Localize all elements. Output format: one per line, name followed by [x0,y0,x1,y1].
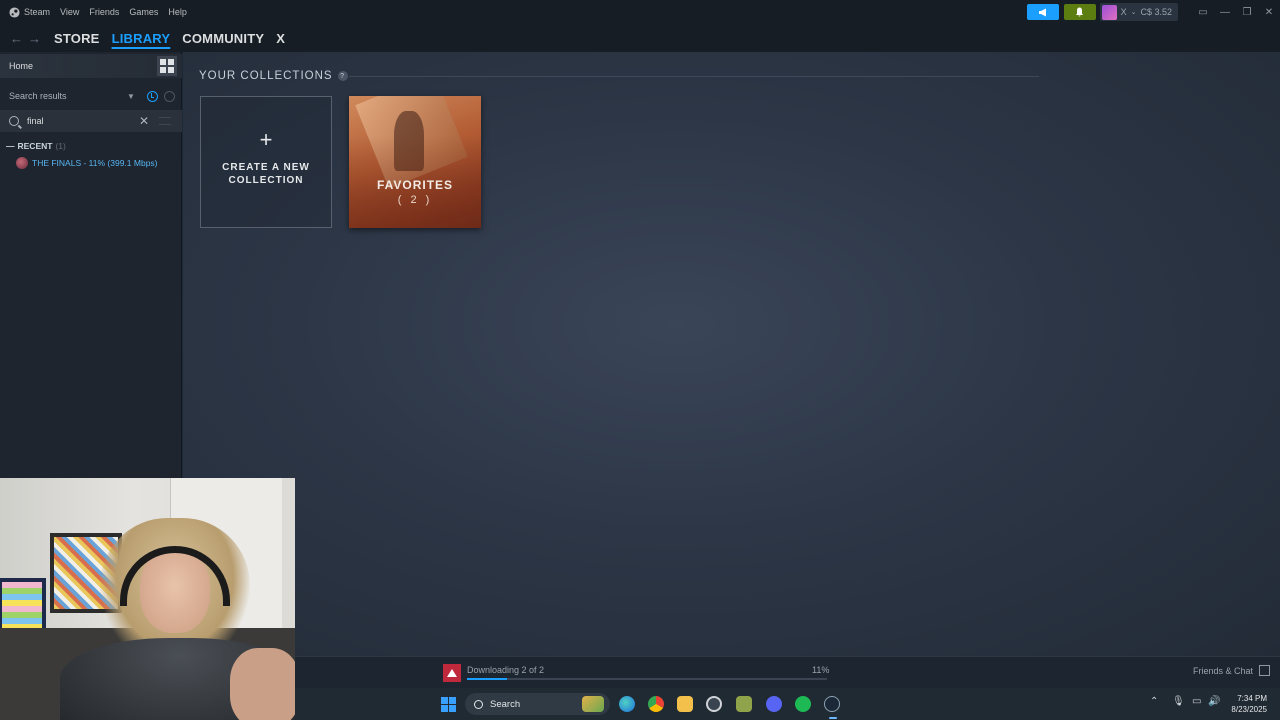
grid-icon [160,59,166,65]
volume-icon[interactable]: 🔊 [1208,696,1220,707]
edge-icon[interactable] [619,696,635,712]
back-arrow-icon[interactable]: ← [10,31,24,46]
close-button[interactable]: ✕ [1258,0,1280,24]
recent-label: RECENT [17,141,53,151]
home-button[interactable]: Home [0,54,182,78]
webcam-overlay [0,478,295,720]
person-arm [230,648,295,720]
search-highlight-icon [582,696,604,712]
play-filter-icon[interactable] [164,90,175,102]
collections-view: YOUR COLLECTIONS ? + CREATE A NEW COLLEC… [183,52,1280,656]
taskbar-search[interactable]: Search [465,693,610,715]
search-icon [474,699,483,709]
announcements-button[interactable] [1026,4,1059,20]
divider [349,76,1039,77]
steam-menu-label: Steam [24,7,51,17]
favorites-label: FAVORITES [376,178,454,192]
menu-help[interactable]: Help [168,7,187,17]
chat-icon [1259,665,1270,676]
download-progress-fill [467,678,507,680]
list-item[interactable]: THE FINALS - 11% (399.1 Mbps) [16,157,158,169]
minimize-icon: — [1220,6,1230,18]
steam-taskbar-icon[interactable] [824,696,840,719]
wallet-balance: C$ 3.52 [1140,7,1172,17]
help-icon[interactable]: ? [337,71,348,81]
monitor-icon: ▭ [1198,6,1208,18]
search-input[interactable]: final [27,116,139,126]
minimize-button[interactable]: — [1214,0,1236,24]
nav-library[interactable]: LIBRARY [112,31,171,46]
forward-arrow-icon[interactable]: → [28,31,42,46]
account-name: X [1120,7,1127,17]
app-icon[interactable] [736,696,752,712]
app-icon[interactable] [706,696,722,712]
close-icon: ✕ [1264,6,1274,18]
create-collection-label: CREATE A NEW COLLECTION [222,162,310,186]
nav-bar: ← → STORE LIBRARY COMMUNITY X [0,24,1280,52]
big-picture-button[interactable]: ▭ [1192,0,1214,24]
download-progress [467,678,827,680]
nav-store[interactable]: STORE [54,31,100,46]
chevron-up-icon[interactable]: ⌃ [1150,696,1158,707]
game-icon [443,664,461,682]
recent-count: (1) [55,141,66,151]
nav-profile[interactable]: X [276,31,285,46]
collections-title: YOUR COLLECTIONS [199,70,333,82]
create-collection-button[interactable]: + CREATE A NEW COLLECTION [200,96,332,228]
recent-clock-icon[interactable] [147,90,158,102]
chevron-down-icon[interactable]: ▼ [127,92,141,101]
nav-community[interactable]: COMMUNITY [182,31,264,46]
restore-icon: ❐ [1242,6,1252,18]
collapse-icon: — [6,141,15,151]
megaphone-icon [1038,8,1046,16]
file-explorer-icon[interactable] [677,696,693,712]
chevron-down-icon: ⌄ [1130,9,1137,16]
advanced-filter-icon[interactable] [159,117,171,125]
recent-section-header[interactable]: — RECENT (1) [6,141,66,151]
avatar [1101,4,1117,20]
menu-view[interactable]: View [60,7,79,17]
clear-search-icon[interactable]: ✕ [139,114,153,128]
library-search[interactable]: final ✕ [0,110,182,132]
taskbar-search-label: Search [490,698,521,710]
bell-icon [1076,7,1084,17]
menu-games[interactable]: Games [129,7,158,17]
maximize-button[interactable]: ❐ [1236,0,1258,24]
notifications-button[interactable] [1063,4,1096,20]
collections-header: YOUR COLLECTIONS ? [199,70,348,82]
plus-icon: + [259,127,273,152]
filter-dropdown[interactable]: Search results [9,91,127,101]
library-sidebar: Home Search results ▼ final ✕ — RECENT (… [0,52,182,478]
network-icon[interactable]: ▭ [1192,696,1201,707]
system-clock[interactable]: 7:34 PM 8/23/2025 [1231,693,1267,715]
grid-view-button[interactable] [157,56,177,76]
favorites-collection[interactable]: FAVORITES ( 2 ) [349,96,481,228]
steam-menu[interactable]: Steam [9,6,51,18]
search-icon [9,116,19,126]
spotify-icon[interactable] [795,696,811,712]
menu-bar: Steam View Friends Games Help X ⌄ C$ 3.5… [0,0,1280,24]
download-status: Downloading 2 of 2 [467,665,545,675]
clock-date: 8/23/2025 [1231,705,1267,714]
home-label: Home [9,61,34,71]
discord-icon[interactable] [766,696,782,712]
game-title: THE FINALS - 11% (399.1 Mbps) [32,158,158,168]
account-menu[interactable]: X ⌄ C$ 3.52 [1099,3,1178,21]
clock-time: 7:34 PM [1237,694,1267,703]
steam-logo-icon [9,6,20,18]
menu-friends[interactable]: Friends [89,7,119,17]
microphone-icon[interactable]: 🎙 [1172,696,1185,707]
game-icon [16,157,28,169]
download-percent: 11% [812,665,830,675]
filter-row: Search results ▼ [0,86,182,106]
friends-chat-button[interactable]: Friends & Chat [1193,665,1270,676]
chrome-icon[interactable] [648,696,664,712]
friends-chat-label: Friends & Chat [1192,665,1253,676]
windows-start-icon[interactable] [441,697,456,712]
favorites-count: ( 2 ) [397,194,433,206]
